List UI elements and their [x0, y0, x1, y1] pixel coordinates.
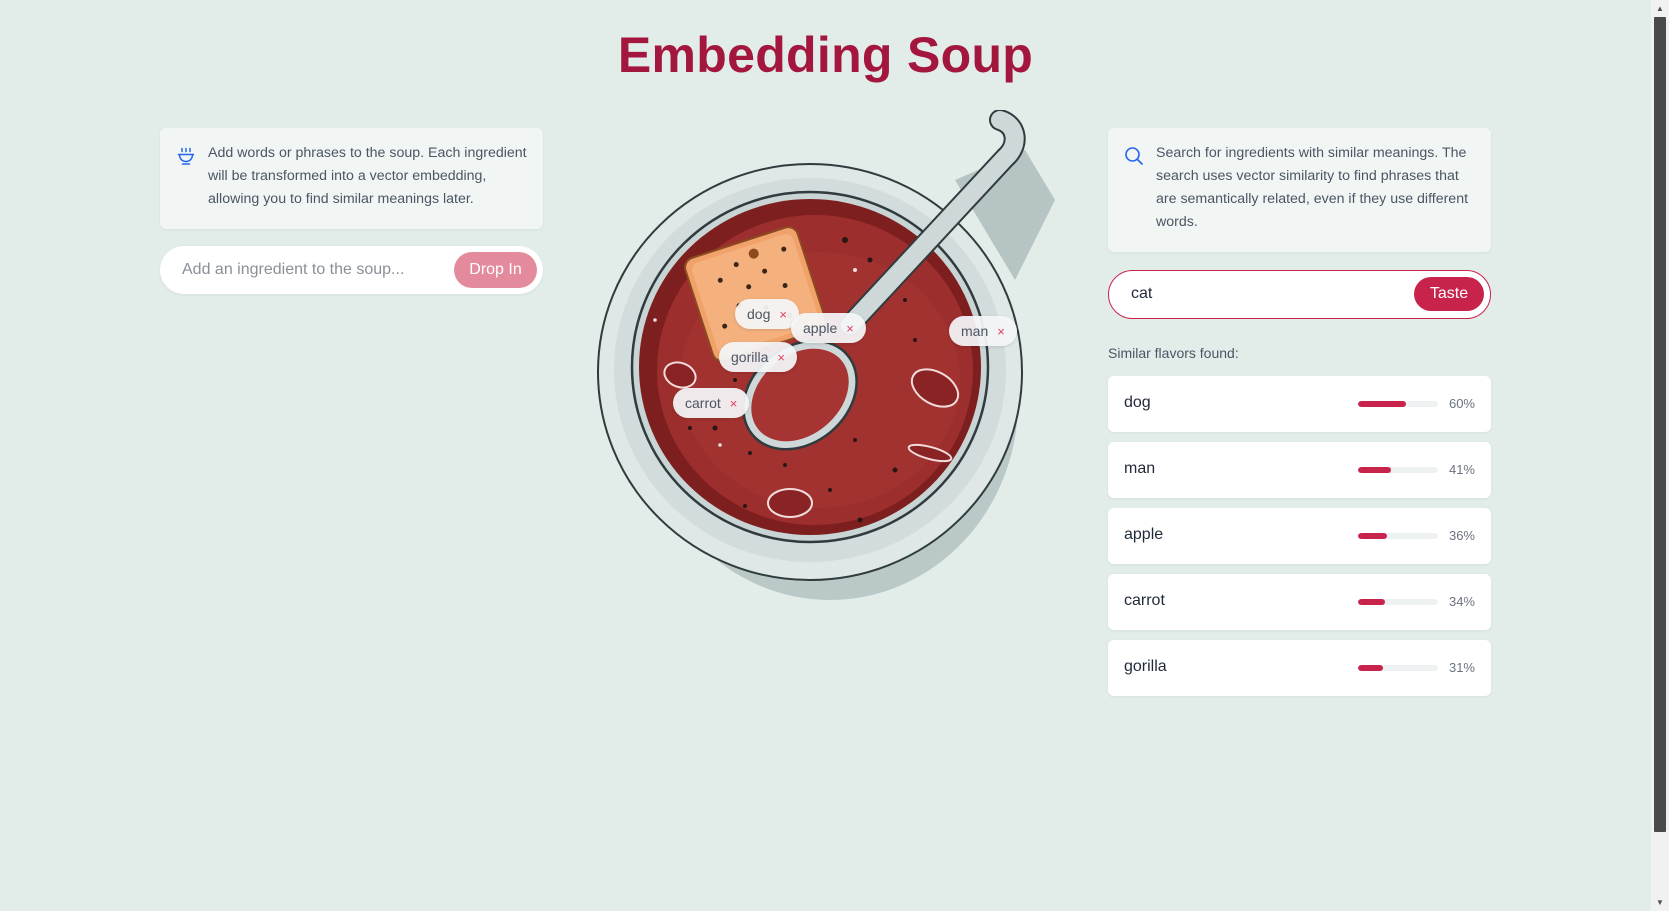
result-word: dog: [1124, 394, 1151, 411]
search-input[interactable]: [1131, 271, 1401, 317]
ingredient-chip-dog[interactable]: dog ×: [735, 299, 799, 329]
soup-bowl-illustration: [597, 109, 1055, 600]
remove-ingredient-man-icon[interactable]: ×: [997, 324, 1005, 339]
soup-bowl-icon: [176, 146, 196, 166]
similarity-bar: [1358, 599, 1438, 605]
similarity-bar: [1358, 467, 1438, 473]
search-info-text: Search for ingredients with similar mean…: [1156, 145, 1469, 230]
result-word: man: [1124, 460, 1156, 477]
ingredient-chip-man[interactable]: man ×: [949, 316, 1017, 346]
ingredient-chip-label: man: [961, 323, 989, 339]
search-form: Taste: [1108, 270, 1491, 319]
ingredient-chip-label: dog: [747, 306, 771, 322]
add-info-card: Add words or phrases to the soup. Each i…: [160, 128, 543, 229]
remove-ingredient-dog-icon[interactable]: ×: [779, 307, 787, 322]
result-item[interactable]: gorilla 31%: [1108, 640, 1491, 696]
remove-ingredient-carrot-icon[interactable]: ×: [730, 396, 738, 411]
similarity-bar-fill: [1358, 401, 1406, 407]
result-word: apple: [1124, 526, 1164, 543]
similarity-bar: [1358, 401, 1438, 407]
ingredient-chip-label: apple: [803, 320, 838, 336]
ingredient-chip-carrot[interactable]: carrot ×: [673, 388, 750, 418]
similarity-bar-fill: [1358, 533, 1387, 539]
similarity-bar-fill: [1358, 665, 1383, 671]
page-title: Embedding Soup: [617, 27, 1034, 83]
search-info-card: Search for ingredients with similar mean…: [1108, 128, 1491, 252]
similarity-bar: [1358, 665, 1438, 671]
remove-ingredient-gorilla-icon[interactable]: ×: [777, 350, 785, 365]
result-item[interactable]: apple 36%: [1108, 508, 1491, 564]
search-icon: [1124, 146, 1144, 166]
ingredient-chip-label: gorilla: [731, 349, 769, 365]
ingredient-chip-gorilla[interactable]: gorilla ×: [719, 342, 797, 372]
scrollbar-thumb[interactable]: [1654, 17, 1666, 832]
taste-button[interactable]: Taste: [1414, 277, 1484, 311]
ingredient-chip-label: carrot: [685, 395, 721, 411]
similarity-percent: 31%: [1448, 660, 1475, 675]
scroll-up-icon[interactable]: ▲: [1651, 0, 1669, 17]
results-label: Similar flavors found:: [1108, 345, 1239, 361]
similarity-bar-fill: [1358, 467, 1391, 473]
remove-ingredient-apple-icon[interactable]: ×: [846, 321, 854, 336]
similarity-bar-fill: [1358, 599, 1386, 605]
scroll-down-icon[interactable]: ▼: [1651, 894, 1669, 911]
ingredient-chip-apple[interactable]: apple ×: [791, 313, 866, 343]
result-word: carrot: [1124, 592, 1165, 609]
result-item[interactable]: man 41%: [1108, 442, 1491, 498]
ingredient-input[interactable]: [182, 246, 442, 294]
results-list: dog 60% man 41% apple 36% carrot 34% gorilla 31%: [1108, 376, 1491, 706]
similarity-percent: 34%: [1448, 594, 1475, 609]
drop-in-button[interactable]: Drop In: [454, 252, 537, 288]
similarity-percent: 36%: [1448, 528, 1475, 543]
soup-bowl: dog × apple × man × gorilla × carrot ×: [595, 109, 1075, 635]
add-ingredient-form: Drop In: [160, 246, 543, 294]
result-word: gorilla: [1124, 658, 1167, 675]
app-page: Embedding Soup Add words or phrases to t…: [0, 0, 1651, 911]
add-info-text: Add words or phrases to the soup. Each i…: [208, 145, 527, 207]
similarity-percent: 60%: [1448, 396, 1475, 411]
vertical-scrollbar[interactable]: ▲ ▼: [1651, 0, 1669, 911]
result-item[interactable]: carrot 34%: [1108, 574, 1491, 630]
similarity-bar: [1358, 533, 1438, 539]
similarity-percent: 41%: [1448, 462, 1475, 477]
result-item[interactable]: dog 60%: [1108, 376, 1491, 432]
